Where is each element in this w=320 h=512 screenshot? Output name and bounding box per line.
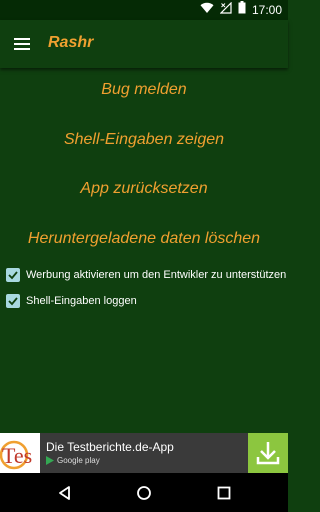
- battery-icon: [238, 1, 246, 19]
- status-icons: 17:00: [200, 1, 282, 19]
- enable-ads-label: Werbung aktivieren um den Entwikler zu u…: [26, 269, 287, 281]
- report-bug-button[interactable]: Bug melden: [0, 81, 288, 99]
- ad-download-button[interactable]: [248, 433, 288, 473]
- back-icon[interactable]: [55, 483, 75, 503]
- wifi-icon: [200, 1, 214, 19]
- google-play-badge: Google play: [46, 456, 100, 465]
- log-shell-checkbox[interactable]: [6, 294, 20, 308]
- download-icon: [256, 442, 280, 465]
- hamburger-menu-icon[interactable]: [12, 34, 32, 54]
- enable-ads-checkbox[interactable]: [6, 268, 20, 282]
- check-icon: [8, 297, 18, 306]
- check-icon: [8, 271, 18, 280]
- ad-store-label: Google play: [57, 456, 100, 465]
- status-bar: 17:00: [0, 0, 288, 20]
- log-shell-option[interactable]: Shell-Eingaben loggen: [6, 291, 137, 311]
- recents-icon[interactable]: [214, 483, 234, 503]
- ad-title: Die Testberichte.de-App: [46, 440, 174, 454]
- app-bar: Rashr: [0, 20, 288, 68]
- play-store-icon: [46, 456, 54, 465]
- signal-icon: [219, 1, 232, 19]
- ad-logo-text: Tes: [2, 443, 32, 468]
- home-icon[interactable]: [134, 483, 154, 503]
- log-shell-label: Shell-Eingaben loggen: [26, 295, 137, 307]
- show-shell-input-button[interactable]: Shell-Eingaben zeigen: [0, 131, 288, 149]
- ad-banner[interactable]: Tes Die Testberichte.de-App Google play: [0, 433, 288, 473]
- navigation-bar: [0, 473, 288, 512]
- ad-logo: Tes: [0, 433, 40, 473]
- status-time: 17:00: [251, 3, 282, 17]
- screen: 17:00 Rashr Bug melden Shell-Eingaben ze…: [0, 0, 288, 512]
- reset-app-button[interactable]: App zurücksetzen: [0, 180, 288, 198]
- enable-ads-option[interactable]: Werbung aktivieren um den Entwikler zu u…: [6, 265, 286, 285]
- delete-downloads-button[interactable]: Heruntergeladene daten löschen: [0, 230, 288, 248]
- app-title: Rashr: [48, 34, 94, 51]
